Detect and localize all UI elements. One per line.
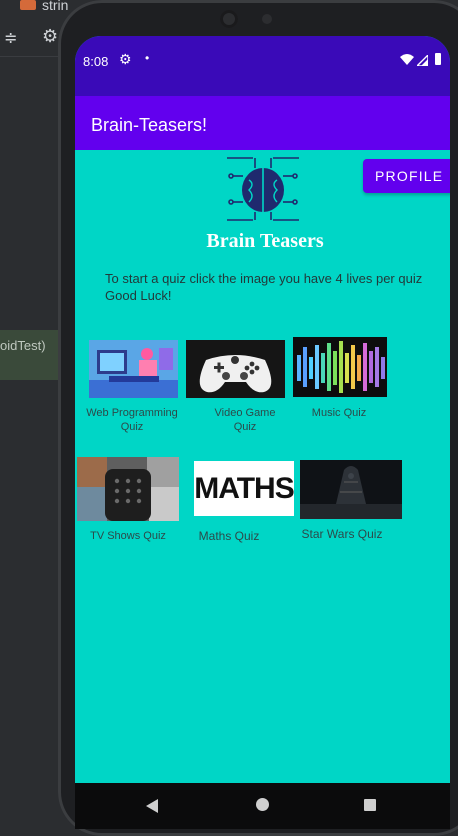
xml-file-icon	[20, 0, 36, 10]
recent-apps-icon[interactable]	[364, 799, 376, 811]
web-programming-thumbnail[interactable]	[89, 340, 178, 398]
app-title: Brain-Teasers!	[91, 115, 208, 135]
app-screen: 8:08 ⚙ • Brain-Teasers! PROFILE Brain Te…	[75, 36, 450, 800]
gear-icon[interactable]: ⚙	[42, 26, 58, 47]
home-icon[interactable]	[256, 798, 269, 811]
navigation-bar	[75, 783, 450, 829]
quiz-label: Web Programming Quiz	[86, 407, 178, 433]
settings-icon: ⚙	[119, 51, 132, 67]
game-controller-thumbnail[interactable]	[186, 340, 285, 398]
logo-title: Brain Teasers	[206, 230, 324, 252]
collapse-icon[interactable]: ≑	[4, 28, 17, 48]
ide-test-label: oidTest)	[0, 330, 60, 380]
quiz-label: Star Wars Quiz	[301, 527, 383, 541]
app-bar: Brain-Teasers!	[75, 96, 450, 150]
status-bar: 8:08 ⚙ •	[75, 36, 450, 96]
sensor-icon	[262, 14, 272, 24]
profile-button[interactable]: PROFILE	[363, 159, 450, 193]
quiz-label: Maths Quiz	[198, 529, 260, 543]
music-spectrum-thumbnail[interactable]	[293, 337, 387, 397]
quiz-label: TV Shows Quiz	[90, 530, 166, 542]
quiz-label: Music Quiz	[311, 407, 367, 419]
notification-dot-icon: •	[145, 51, 150, 65]
ide-tab-label[interactable]: strin	[42, 0, 68, 13]
tv-remote-thumbnail[interactable]	[77, 457, 179, 521]
star-wars-thumbnail[interactable]	[300, 460, 402, 519]
maths-thumbnail-text: MATHS	[194, 471, 294, 505]
wifi-icon	[400, 54, 414, 65]
quiz-label: Video Game Quiz	[214, 407, 276, 433]
maths-thumbnail[interactable]: MATHS	[194, 461, 294, 516]
back-icon[interactable]	[145, 799, 159, 813]
battery-icon	[435, 53, 441, 65]
camera-icon	[220, 10, 238, 28]
signal-icon	[417, 55, 428, 66]
status-time: 8:08	[83, 54, 109, 69]
instructions-text: To start a quiz click the image you have…	[105, 271, 423, 303]
brain-logo-icon	[227, 157, 299, 221]
